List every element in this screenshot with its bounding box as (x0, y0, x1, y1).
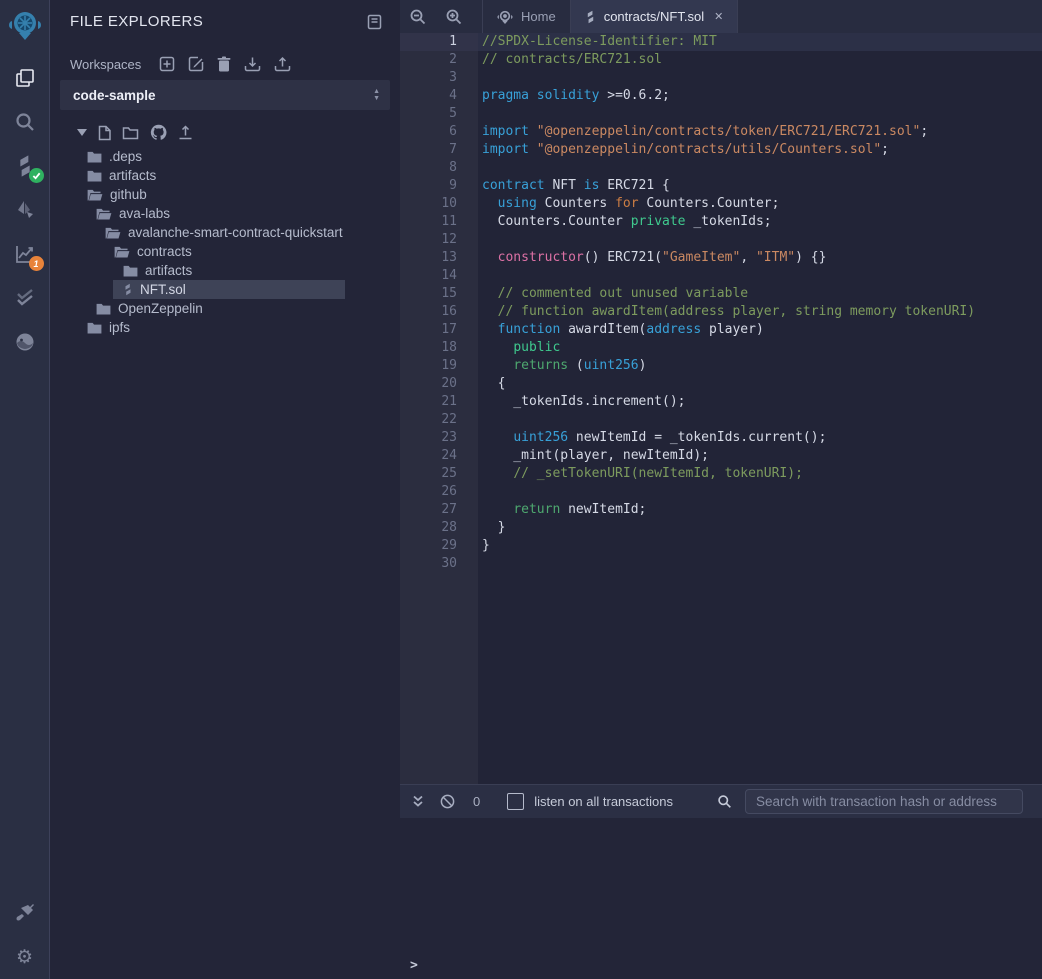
line-number-gutter: 1234567891011121314151617181920212223242… (400, 33, 478, 784)
tree-item-label: github (110, 187, 147, 202)
solidity-file-icon (585, 10, 596, 24)
plugin-circle-icon[interactable] (0, 320, 50, 364)
tree-item[interactable]: contracts (104, 242, 400, 261)
listen-transactions-checkbox[interactable] (507, 793, 524, 810)
search-icon[interactable] (0, 100, 50, 144)
close-tab-icon[interactable]: ✕ (714, 10, 723, 23)
tab-home[interactable]: Home (482, 0, 571, 33)
zoom-in-icon[interactable] (436, 0, 472, 33)
tree-item[interactable]: artifacts (113, 261, 400, 280)
tree-item-label: ipfs (109, 320, 130, 335)
restore-workspace-icon[interactable] (274, 56, 291, 72)
download-workspace-icon[interactable] (244, 56, 261, 72)
tree-item[interactable]: ava-labs (86, 204, 400, 223)
tree-item-label: artifacts (109, 168, 156, 183)
analytics-count-badge: 1 (29, 256, 44, 271)
tree-item[interactable]: github (77, 185, 400, 204)
new-folder-icon[interactable] (122, 126, 139, 140)
folder-icon (96, 303, 111, 315)
terminal-output[interactable]: > (400, 818, 1042, 979)
folder-open-icon (105, 227, 121, 239)
terminal-toolbar: 0 listen on all transactions (400, 784, 1042, 818)
create-workspace-icon[interactable] (159, 56, 175, 72)
tree-item-label: contracts (137, 244, 192, 259)
panel-title: FILE EXPLORERS (70, 13, 203, 30)
terminal-prompt: > (410, 958, 418, 973)
solidity-icon (123, 283, 133, 296)
tree-item[interactable]: NFT.sol (113, 280, 345, 299)
folder-icon (87, 151, 102, 163)
remix-logo[interactable] (0, 0, 50, 50)
new-file-icon[interactable] (98, 125, 111, 141)
tree-item-label: OpenZeppelin (118, 301, 203, 316)
tab-nft-sol-label: contracts/NFT.sol (604, 9, 704, 24)
compiler-success-badge (29, 168, 44, 183)
folder-open-icon (96, 208, 112, 220)
icon-sidebar: 1 ⚙ (0, 0, 50, 979)
file-explorer-icon[interactable] (0, 56, 50, 100)
editor-tabbar: Home contracts/NFT.sol ✕ (400, 0, 1042, 33)
upload-file-icon[interactable] (178, 125, 193, 140)
tree-item[interactable]: ipfs (77, 318, 400, 337)
analytics-icon[interactable]: 1 (0, 232, 50, 276)
main-area: Home contracts/NFT.sol ✕ 123456789101112… (400, 0, 1042, 979)
docs-icon[interactable] (367, 14, 382, 30)
code-editor[interactable]: 1234567891011121314151617181920212223242… (400, 33, 1042, 784)
tab-nft-sol[interactable]: contracts/NFT.sol ✕ (571, 0, 739, 33)
folder-icon (123, 265, 138, 277)
tree-item[interactable]: artifacts (77, 166, 400, 185)
tree-item[interactable]: .deps (77, 147, 400, 166)
pending-tx-count: 0 (473, 794, 480, 809)
folder-open-icon (114, 246, 130, 258)
tree-item-label: avalanche-smart-contract-quickstart (128, 225, 343, 240)
workspace-select[interactable]: code-sample ▲▼ (60, 80, 390, 110)
tab-home-label: Home (521, 9, 556, 24)
settings-gear-icon[interactable]: ⚙ (0, 935, 50, 979)
collapse-tree-icon[interactable] (77, 129, 87, 136)
file-tree: .deps artifacts github ava-labs avalanche-sm… (50, 147, 400, 337)
workspace-selected-value: code-sample (73, 88, 156, 103)
remix-logo-icon (497, 9, 513, 25)
listen-transactions-label: listen on all transactions (534, 794, 673, 809)
folder-icon (87, 322, 102, 334)
delete-workspace-icon[interactable] (217, 56, 231, 72)
tree-item[interactable]: OpenZeppelin (86, 299, 400, 318)
folder-icon (87, 170, 102, 182)
solidity-compiler-icon[interactable] (0, 144, 50, 188)
workspaces-label: Workspaces (70, 57, 141, 72)
terminal-search-icon (717, 794, 732, 809)
static-analysis-icon[interactable] (0, 276, 50, 320)
tree-item[interactable]: avalanche-smart-contract-quickstart (95, 223, 400, 242)
select-arrows-icon: ▲▼ (373, 89, 380, 102)
plugin-manager-icon[interactable] (0, 891, 50, 935)
tree-item-label: NFT.sol (140, 282, 186, 297)
tree-item-label: .deps (109, 149, 142, 164)
code-content: //SPDX-License-Identifier: MIT// contrac… (478, 33, 1042, 573)
folder-open-icon (87, 189, 103, 201)
deploy-run-icon[interactable] (0, 188, 50, 232)
tree-item-label: artifacts (145, 263, 192, 278)
clear-console-icon[interactable] (440, 794, 455, 809)
github-icon[interactable] (150, 124, 167, 141)
file-explorer-panel: FILE EXPLORERS Workspaces (50, 0, 400, 979)
tree-item-label: ava-labs (119, 206, 170, 221)
rename-workspace-icon[interactable] (188, 56, 204, 72)
transaction-search-input[interactable] (745, 789, 1023, 814)
zoom-out-icon[interactable] (400, 0, 436, 33)
expand-terminal-icon[interactable] (412, 795, 424, 808)
